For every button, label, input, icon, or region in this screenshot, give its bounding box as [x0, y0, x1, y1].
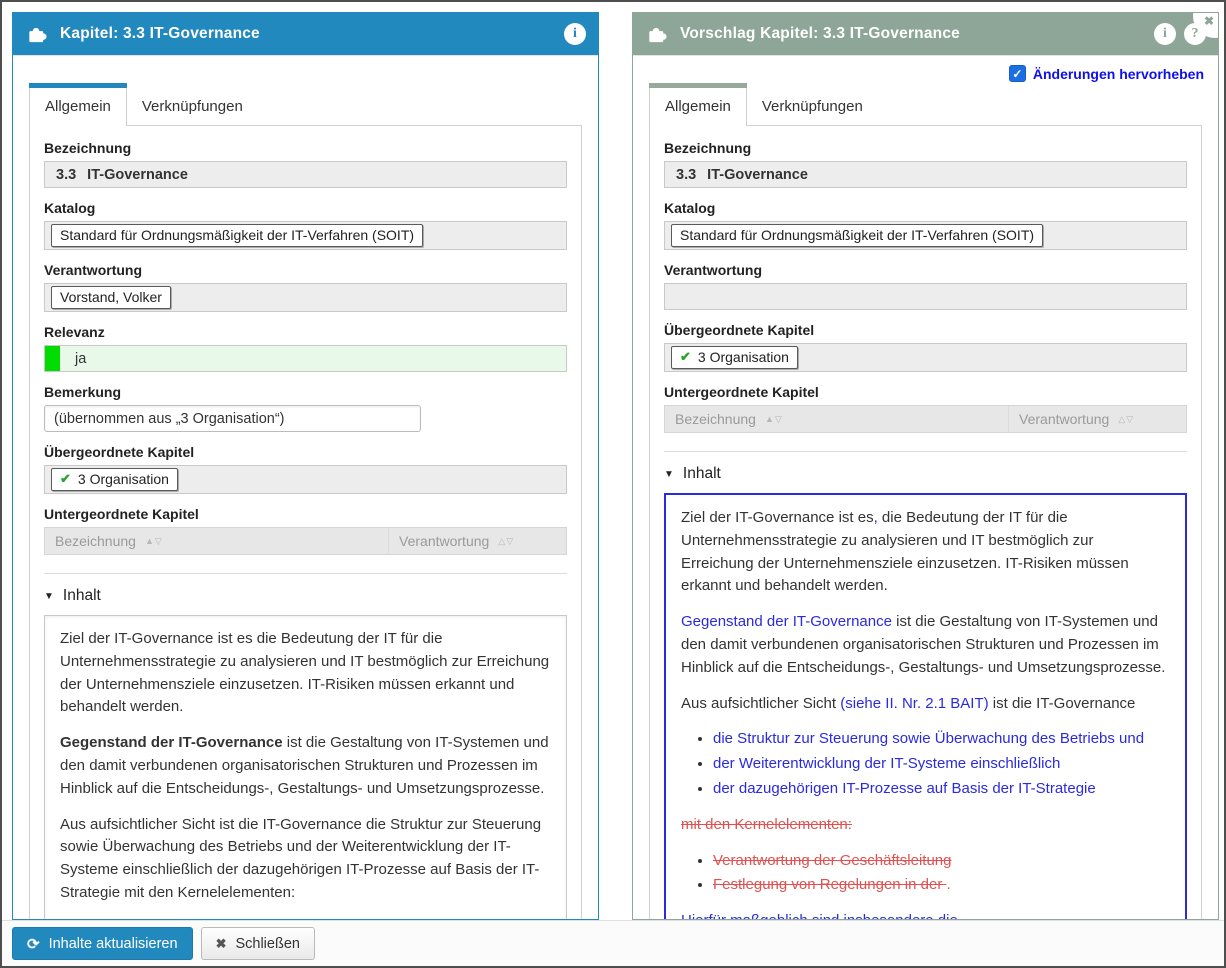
panel-chapter-body: Allgemein Verknüpfungen Bezeichnung 3.3 …: [13, 55, 598, 919]
divider: [44, 573, 567, 574]
uebergeordnetes-kapitel-name: 3 Organisation: [78, 471, 169, 487]
panel-vorschlag-body: ✓ Änderungen hervorheben Allgemein Verkn…: [633, 55, 1218, 919]
tab-panel-allgemein: Bezeichnung 3.3 IT-Governance Katalog St…: [649, 125, 1202, 920]
uebergeordnetes-kapitel-name: 3 Organisation: [698, 349, 789, 365]
column-header-bezeichnung[interactable]: Bezeichnung ▲▽: [665, 406, 1008, 432]
close-dialog-button[interactable]: ✖ Schließen: [201, 927, 315, 960]
highlight-changes-checkbox[interactable]: ✓: [1009, 65, 1026, 82]
column-label: Verantwortung: [1019, 411, 1109, 427]
inhalt-section-toggle[interactable]: ▼ Inhalt: [664, 465, 1187, 483]
panel-chapter: Kapitel: 3.3 IT-Governance i Allgemein V…: [12, 12, 599, 920]
tab-allgemein[interactable]: Allgemein: [649, 87, 747, 126]
panel-chapter-title: Kapitel: 3.3 IT-Governance: [60, 25, 260, 43]
bezeichnung-field: 3.3 IT-Governance: [664, 161, 1187, 188]
verantwortung-field: [664, 283, 1187, 310]
puzzle-icon: [645, 23, 668, 46]
tab-bar: Allgemein Verknüpfungen: [29, 82, 582, 126]
bezeichnung-label: Bezeichnung: [44, 140, 567, 156]
relevanz-value: ja: [75, 351, 86, 367]
chapter-name: IT-Governance: [87, 167, 188, 183]
sort-icon: ▲▽: [145, 536, 163, 547]
untergeordnete-label: Untergeordnete Kapitel: [44, 506, 567, 522]
katalog-chip[interactable]: Standard für Ordnungsmäßigkeit der IT-Ve…: [671, 224, 1043, 247]
chapter-name: IT-Governance: [707, 167, 808, 183]
check-icon: ✔: [60, 471, 71, 487]
tab-panel-allgemein: Bezeichnung 3.3 IT-Governance Katalog St…: [29, 125, 582, 920]
inhalt-editor[interactable]: Ziel der IT-Governance ist es die Bedeut…: [44, 615, 567, 920]
check-icon: ✔: [680, 349, 691, 365]
untergeordnete-table-header: Bezeichnung ▲▽ Verantwortung △▽: [44, 527, 567, 555]
sort-icon: ▲▽: [765, 414, 783, 425]
panel-chapter-header: Kapitel: 3.3 IT-Governance i: [13, 13, 598, 55]
verantwortung-field: Vorstand, Volker: [44, 283, 567, 312]
update-content-button[interactable]: ⟳ Inhalte aktualisieren: [12, 927, 193, 960]
inhalt-section-label: Inhalt: [63, 587, 101, 605]
refresh-icon: ⟳: [27, 935, 40, 953]
highlight-changes-label[interactable]: Änderungen hervorheben: [1033, 66, 1204, 82]
sort-icon: △▽: [1118, 414, 1134, 425]
inhalt-diff-view[interactable]: Ziel der IT-Governance ist es, die Bedeu…: [664, 493, 1187, 920]
verantwortung-label: Verantwortung: [664, 262, 1187, 278]
highlight-changes-toggle[interactable]: ✓ Änderungen hervorheben: [1009, 65, 1204, 82]
column-label: Bezeichnung: [675, 411, 756, 427]
dialog-footer: ⟳ Inhalte aktualisieren ✖ Schließen: [2, 920, 1224, 966]
inhalt-section-toggle[interactable]: ▼ Inhalt: [44, 587, 567, 605]
katalog-label: Katalog: [664, 200, 1187, 216]
panel-vorschlag-title: Vorschlag Kapitel: 3.3 IT-Governance: [680, 25, 960, 43]
tab-verknuepfungen[interactable]: Verknüpfungen: [127, 88, 258, 126]
uebergeordnetes-kapitel-chip[interactable]: ✔ 3 Organisation: [51, 468, 178, 491]
bezeichnung-field: 3.3 IT-Governance: [44, 161, 567, 188]
close-icon: ✖: [1204, 14, 1214, 28]
close-icon: ✖: [216, 936, 227, 952]
panel-vorschlag-header: Vorschlag Kapitel: 3.3 IT-Governance i ?: [633, 13, 1218, 55]
info-icon[interactable]: i: [1154, 23, 1176, 45]
uebergeordnete-label: Übergeordnete Kapitel: [44, 444, 567, 460]
divider: [664, 451, 1187, 452]
bezeichnung-label: Bezeichnung: [664, 140, 1187, 156]
tab-verknuepfungen[interactable]: Verknüpfungen: [747, 88, 878, 126]
verantwortung-chip[interactable]: Vorstand, Volker: [51, 286, 171, 309]
info-icon[interactable]: i: [564, 23, 586, 45]
column-header-verantwortung[interactable]: Verantwortung △▽: [388, 528, 566, 554]
relevanz-indicator: [45, 346, 60, 371]
panel-vorschlag: Vorschlag Kapitel: 3.3 IT-Governance i ?…: [632, 12, 1219, 920]
katalog-field: Standard für Ordnungsmäßigkeit der IT-Ve…: [664, 221, 1187, 250]
tab-bar: Allgemein Verknüpfungen: [649, 82, 1202, 126]
katalog-field: Standard für Ordnungsmäßigkeit der IT-Ve…: [44, 221, 567, 250]
update-content-label: Inhalte aktualisieren: [49, 936, 178, 952]
column-header-bezeichnung[interactable]: Bezeichnung ▲▽: [45, 528, 388, 554]
caret-down-icon: ▼: [664, 469, 674, 480]
bemerkung-label: Bemerkung: [44, 384, 567, 400]
puzzle-icon: [25, 23, 48, 46]
uebergeordnete-field: ✔ 3 Organisation: [44, 465, 567, 494]
sort-icon: △▽: [498, 536, 514, 547]
tab-allgemein[interactable]: Allgemein: [29, 87, 127, 126]
uebergeordnete-field: ✔ 3 Organisation: [664, 343, 1187, 372]
inhalt-section-label: Inhalt: [683, 465, 721, 483]
untergeordnete-table-header: Bezeichnung ▲▽ Verantwortung △▽: [664, 405, 1187, 433]
column-label: Verantwortung: [399, 533, 489, 549]
relevanz-label: Relevanz: [44, 324, 567, 340]
untergeordnete-label: Untergeordnete Kapitel: [664, 384, 1187, 400]
uebergeordnetes-kapitel-chip[interactable]: ✔ 3 Organisation: [671, 346, 798, 369]
chapter-number: 3.3: [676, 167, 696, 183]
bemerkung-input[interactable]: [44, 405, 421, 432]
relevanz-field: ja: [44, 345, 567, 372]
chapter-compare-dialog: Kapitel: 3.3 IT-Governance i Allgemein V…: [0, 0, 1226, 968]
caret-down-icon: ▼: [44, 591, 54, 602]
verantwortung-label: Verantwortung: [44, 262, 567, 278]
close-dialog-label: Schließen: [235, 936, 299, 952]
column-label: Bezeichnung: [55, 533, 136, 549]
column-header-verantwortung[interactable]: Verantwortung △▽: [1008, 406, 1186, 432]
katalog-label: Katalog: [44, 200, 567, 216]
chapter-number: 3.3: [56, 167, 76, 183]
uebergeordnete-label: Übergeordnete Kapitel: [664, 322, 1187, 338]
katalog-chip[interactable]: Standard für Ordnungsmäßigkeit der IT-Ve…: [51, 224, 423, 247]
